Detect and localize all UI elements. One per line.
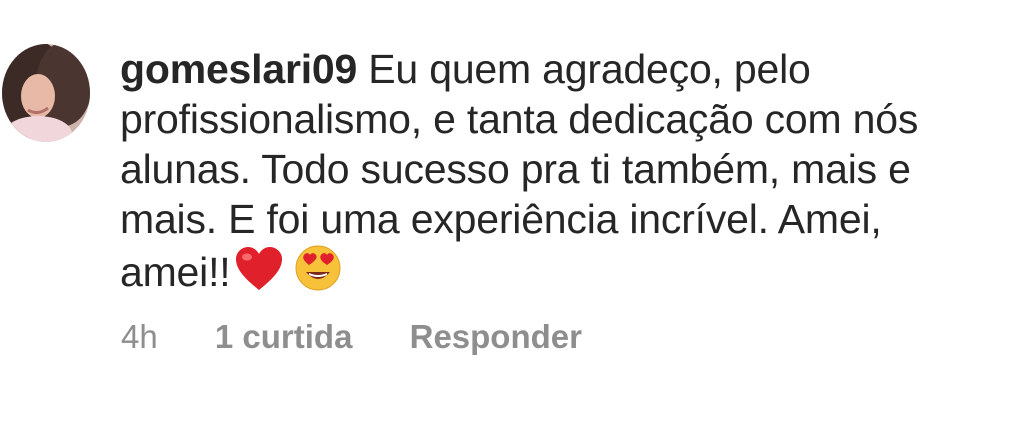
- reply-button[interactable]: Responder: [410, 318, 582, 356]
- comment: gomeslari09 Eu quem agradeço, pelo profi…: [0, 0, 1024, 429]
- comment-timestamp: 4h: [121, 318, 158, 355]
- avatar-image: [2, 44, 90, 142]
- comment-text-line-3: alunas. Todo sucesso pra ti também, mais…: [120, 146, 911, 192]
- comment-text-line-4: mais. E foi uma experiência incrível. Am…: [120, 196, 882, 242]
- likes-count-button[interactable]: 1 curtida: [215, 318, 353, 356]
- comment-body: gomeslari09 Eu quem agradeço, pelo profi…: [120, 44, 1020, 297]
- heart-eyes-face-icon: [294, 244, 342, 292]
- comment-text-line-1: Eu quem agradeço, pelo: [357, 46, 811, 92]
- red-heart-icon: [234, 246, 284, 292]
- comment-meta: 4h 1 curtida Responder: [121, 318, 630, 356]
- comment-text-line-5: amei!!: [120, 249, 231, 295]
- avatar[interactable]: [2, 44, 90, 142]
- username-link[interactable]: gomeslari09: [120, 46, 357, 92]
- comment-text-line-2: profissionalismo, e tanta dedicação com …: [120, 96, 919, 142]
